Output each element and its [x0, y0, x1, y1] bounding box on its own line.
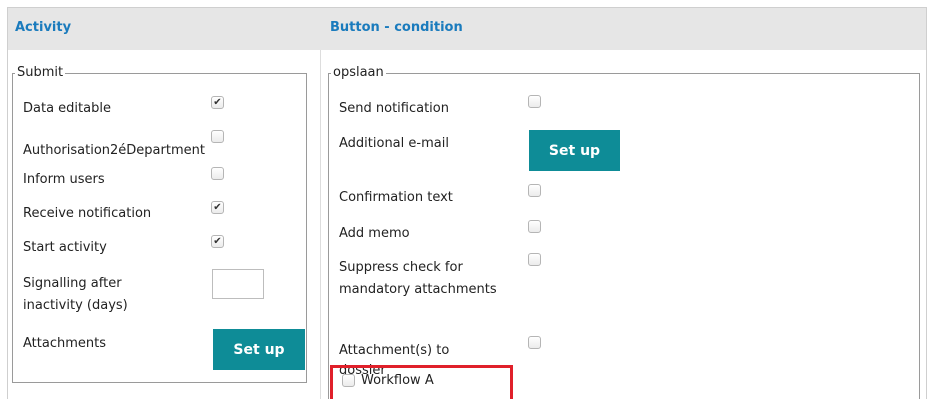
signalling-days-input[interactable] [212, 269, 264, 299]
confirmation-text-checkbox[interactable] [528, 184, 541, 197]
additional-email-label: Additional e-mail [339, 136, 449, 151]
confirmation-text-label: Confirmation text [339, 190, 453, 205]
attachments-setup-button[interactable]: Set up [213, 329, 305, 370]
signalling-label-line2: inactivity (days) [23, 298, 128, 313]
add-memo-label: Add memo [339, 226, 410, 241]
workflow-highlight-box [330, 365, 513, 399]
send-notification-checkbox[interactable] [528, 95, 541, 108]
column-divider [320, 50, 321, 399]
attachments-to-dossier-checkbox[interactable] [528, 336, 541, 349]
table-header [8, 8, 926, 50]
suppress-check-label-line2: mandatory attachments [339, 282, 497, 297]
activity-column-title: Activity [15, 20, 72, 35]
send-notification-label: Send notification [339, 101, 449, 116]
submit-legend: Submit [17, 65, 64, 80]
receive-notification-label: Receive notification [23, 206, 152, 221]
signalling-label-line1: Signalling after [23, 276, 122, 291]
suppress-check-label-line1: Suppress check for [339, 260, 463, 275]
data-editable-checkbox[interactable]: ✔ [211, 96, 224, 109]
additional-email-setup-button[interactable]: Set up [529, 130, 620, 171]
suppress-check-checkbox[interactable] [528, 253, 541, 266]
receive-notification-checkbox[interactable]: ✔ [211, 201, 224, 214]
attachments-to-dossier-label-line1: Attachment(s) to [339, 343, 450, 358]
add-memo-checkbox[interactable] [528, 220, 541, 233]
opslaan-legend: opslaan [333, 65, 384, 80]
attachments-label: Attachments [23, 336, 106, 351]
authorisation-label: Authorisation2éDepartment [23, 143, 205, 158]
start-activity-checkbox[interactable]: ✔ [211, 235, 224, 248]
data-editable-label: Data editable [23, 101, 111, 116]
inform-users-checkbox[interactable] [211, 167, 224, 180]
start-activity-label: Start activity [23, 240, 107, 255]
button-condition-column-title: Button - condition [330, 20, 463, 35]
inform-users-label: Inform users [23, 172, 105, 187]
authorisation-checkbox[interactable] [211, 130, 224, 143]
